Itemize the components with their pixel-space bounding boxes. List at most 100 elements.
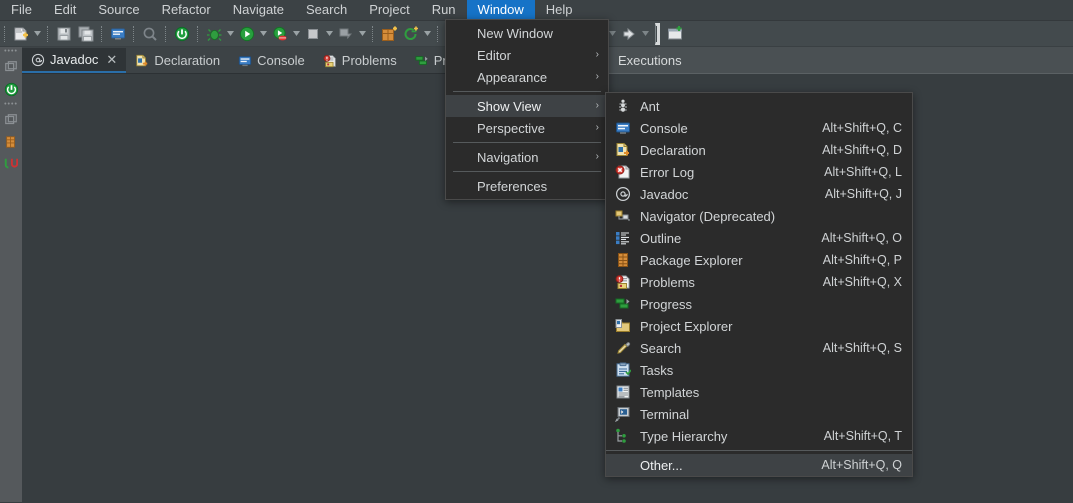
view-tab-declaration[interactable]: Declaration [126,48,229,73]
menubar-item-label: Run [431,2,456,17]
terminate-view-icon[interactable] [0,78,22,100]
javadoc-icon [31,53,45,67]
show-view-item-console[interactable]: Console Alt+Shift+Q, C [606,117,912,139]
show-view-item-tasks[interactable]: Tasks [606,359,912,381]
navigator-icon [606,205,640,227]
coverage-dropdown-arrow[interactable] [291,24,302,44]
menubar-item-edit[interactable]: Edit [43,0,87,23]
menubar-item-label: Navigate [232,2,285,17]
external-tools-dropdown-arrow[interactable] [357,24,368,44]
save-icon[interactable] [54,24,74,44]
menubar-item-label: Help [545,2,573,17]
view-tab-label: Declaration [154,53,221,68]
show-view-item-javadoc[interactable]: Javadoc Alt+Shift+Q, J [606,183,912,205]
show-view-item-templates[interactable]: Templates [606,381,912,403]
show-view-item-outline[interactable]: Outline Alt+Shift+Q, O [606,227,912,249]
show-view-item-terminal[interactable]: Terminal [606,403,912,425]
debug-dropdown-arrow[interactable] [225,24,236,44]
eclipse-ide-window: File Edit Source Refactor Navigate Search Proj… [0,0,1073,503]
menu-item-label: Other... [640,457,683,473]
console-icon[interactable] [108,24,128,44]
problems-icon [323,54,337,68]
debug-icon[interactable] [204,24,224,44]
new-file-icon[interactable] [11,24,31,44]
window-menu-item-appearance[interactable]: Appearance › [446,66,608,88]
executions-header: Executions [606,47,1073,74]
next-icon[interactable] [619,24,639,44]
new-file-dropdown-arrow[interactable] [32,24,43,44]
show-view-item-package-explorer[interactable]: Package Explorer Alt+Shift+Q, P [606,249,912,271]
menubar-item-source[interactable]: Source [87,0,150,23]
problems-icon [606,271,640,293]
rail-drag-handle[interactable]: •••• [0,47,22,56]
window-menu-item-editor[interactable]: Editor › [446,44,608,66]
toolbar-separator [133,25,135,42]
coverage-icon[interactable] [270,24,290,44]
search-disabled-icon[interactable] [140,24,160,44]
toolbar-separator [437,25,439,42]
menu-item-label: Problems [640,274,695,290]
terminate-icon[interactable] [172,24,192,44]
show-view-item-problems[interactable]: Problems Alt+Shift+Q, X [606,271,912,293]
menu-item-label: Declaration [640,142,706,158]
menu-item-shortcut: Alt+Shift+Q, X [822,275,902,289]
package-explorer-icon[interactable] [0,131,22,153]
show-view-item-navigator-deprecated[interactable]: Navigator (Deprecated) [606,205,912,227]
menu-item-label: Templates [640,384,700,400]
menu-item-shortcut: Alt+Shift+Q, D [822,143,902,157]
run-dropdown-arrow[interactable] [258,24,269,44]
menu-item-label: Search [640,340,682,356]
external-tools-icon[interactable] [336,24,356,44]
menu-item-label: Show View [477,98,542,114]
menubar-item-label: File [11,2,32,17]
menubar-item-file[interactable]: File [0,0,43,23]
view-tab-console[interactable]: Console [229,48,314,73]
view-tab-label: Javadoc [50,52,99,67]
rail-drag-handle[interactable]: •••• [0,100,22,109]
show-view-item-declaration[interactable]: Declaration Alt+Shift+Q, D [606,139,912,161]
menu-item-label: Appearance [477,69,548,85]
run-icon[interactable] [237,24,257,44]
declaration-icon [606,139,640,161]
next-dropdown-arrow[interactable] [640,24,651,44]
menu-item-label: Preferences [477,178,548,194]
error-log-icon [606,161,640,183]
menu-item-label: Navigation [477,149,539,165]
view-tab-problems[interactable]: Problems [314,48,406,73]
show-view-item-progress[interactable]: Progress [606,293,912,315]
declaration-icon [135,54,149,68]
new-package-icon[interactable] [379,24,399,44]
menubar-item-navigate[interactable]: Navigate [222,0,295,23]
restore-view-icon[interactable] [0,56,22,78]
view-tab-javadoc[interactable]: Javadoc ✕ [22,48,127,73]
window-menu-item-new-window[interactable]: New Window [446,22,608,44]
chevron-right-icon: › [595,122,599,133]
menubar-item-project[interactable]: Project [358,0,420,23]
new-window-icon[interactable] [665,24,685,44]
stop-dropdown-arrow[interactable] [324,24,335,44]
refresh-dropdown-arrow[interactable] [422,24,433,44]
show-view-item-other[interactable]: Other... Alt+Shift+Q, Q [606,454,912,476]
menubar-item-refactor[interactable]: Refactor [151,0,222,23]
window-menu-item-show-view[interactable]: Show View › [446,95,608,117]
show-view-item-search[interactable]: Search Alt+Shift+Q, S [606,337,912,359]
menubar-item-search[interactable]: Search [295,0,358,23]
javadoc-icon [606,183,640,205]
show-view-item-error-log[interactable]: Error Log Alt+Shift+Q, L [606,161,912,183]
show-view-item-project-explorer[interactable]: Project Explorer [606,315,912,337]
menu-item-label: New Window [477,25,553,41]
progress-icon [415,54,429,68]
restore-view-icon[interactable] [0,109,22,131]
junit-icon[interactable] [0,153,22,175]
close-icon[interactable]: ✕ [106,53,117,66]
menu-item-label: Type Hierarchy [640,428,728,444]
window-menu-item-preferences[interactable]: Preferences [446,175,608,197]
window-menu-item-perspective[interactable]: Perspective › [446,117,608,139]
show-view-item-type-hierarchy[interactable]: Type Hierarchy Alt+Shift+Q, T [606,425,912,447]
toolbar-separator [372,25,374,42]
refresh-icon[interactable] [401,24,421,44]
window-menu-item-navigation[interactable]: Navigation › [446,146,608,168]
show-view-item-ant[interactable]: Ant [606,95,912,117]
stop-icon[interactable] [303,24,323,44]
save-all-icon[interactable] [76,24,96,44]
